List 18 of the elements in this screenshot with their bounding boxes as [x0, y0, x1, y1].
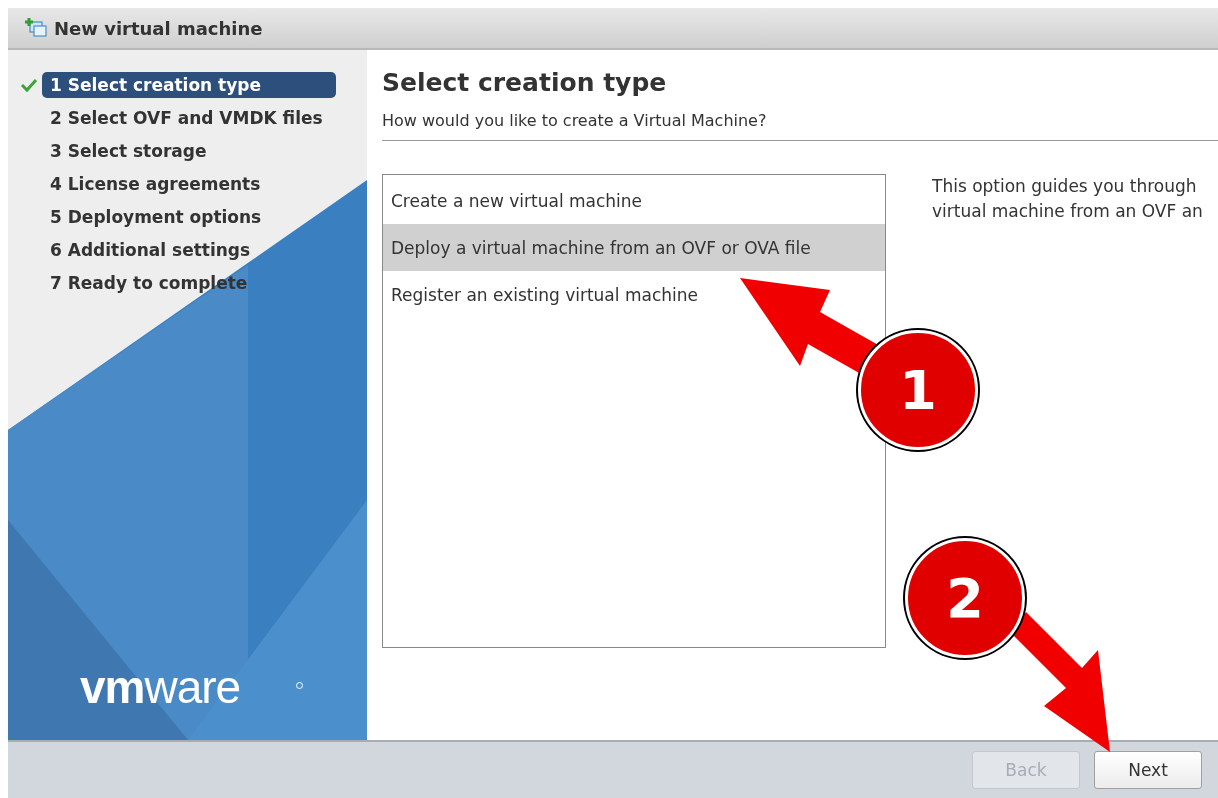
- wizard-step[interactable]: 5 Deployment options: [42, 203, 270, 230]
- wizard-step[interactable]: 1 Select creation type: [42, 71, 336, 98]
- wizard-step[interactable]: 6 Additional settings: [42, 236, 259, 263]
- list-option[interactable]: Register an existing virtual machine: [383, 271, 885, 318]
- wizard-step[interactable]: 3 Select storage: [42, 137, 215, 164]
- page-subheading: How would you like to create a Virtual Machine?: [382, 111, 1218, 141]
- logo: vmware: [80, 660, 241, 714]
- list-option[interactable]: Create a new virtual machine: [383, 177, 885, 224]
- description-text: This option guides you through: [932, 175, 1198, 198]
- registered-icon: [296, 682, 303, 689]
- page-heading: Select creation type: [382, 68, 668, 97]
- next-button[interactable]: Next: [1094, 751, 1202, 789]
- window-title: New virtual machine: [54, 17, 263, 39]
- wizard-step[interactable]: 4 License agreements: [42, 170, 269, 197]
- wizard-step[interactable]: 2 Select OVF and VMDK files: [42, 104, 331, 131]
- list-option[interactable]: Deploy a virtual machine from an OVF or OVA file: [383, 224, 885, 271]
- virtual-machine-icon: [24, 17, 48, 39]
- description-text: virtual machine from an OVF an: [932, 200, 1203, 223]
